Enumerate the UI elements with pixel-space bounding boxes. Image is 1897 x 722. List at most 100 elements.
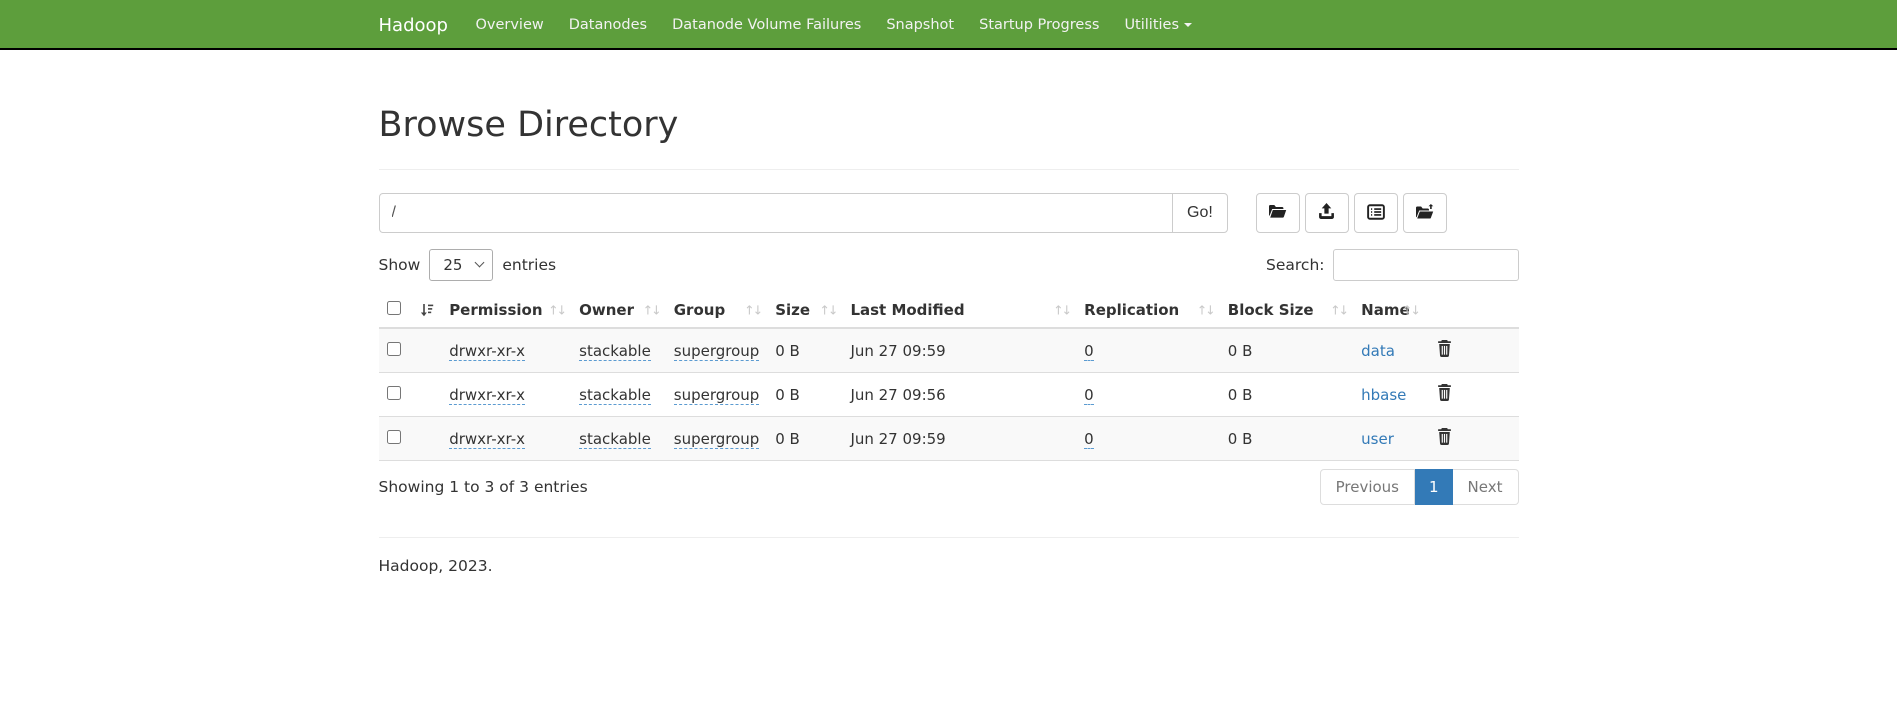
select-all-header[interactable]	[379, 293, 442, 328]
block-size-value: 0 B	[1228, 430, 1253, 448]
trash-icon	[1437, 433, 1452, 448]
go-button[interactable]: Go!	[1172, 193, 1228, 233]
top-navbar: Hadoop Overview Datanodes Datanode Volum…	[0, 0, 1897, 50]
page-header: Browse Directory	[379, 105, 1519, 170]
page-title: Browse Directory	[379, 105, 1519, 145]
column-label: Group	[674, 301, 725, 319]
column-header-group[interactable]: Group ↑↓	[666, 293, 767, 328]
column-header-actions	[1425, 293, 1519, 328]
footer-divider	[379, 537, 1519, 538]
row-select-checkbox[interactable]	[387, 386, 401, 400]
trash-icon	[1437, 389, 1452, 404]
column-label: Replication	[1084, 301, 1179, 319]
upload-icon	[1318, 203, 1335, 223]
nav-item-overview[interactable]: Overview	[463, 0, 556, 50]
navbar-brand[interactable]: Hadoop	[364, 15, 463, 36]
nav-item-utilities-label: Utilities	[1124, 17, 1179, 33]
column-header-owner[interactable]: Owner↑↓	[571, 293, 666, 328]
table-row: drwxr-xr-x stackable supergroup 0 B Jun …	[379, 328, 1519, 373]
column-label: Block Size	[1228, 301, 1314, 319]
table-row: drwxr-xr-x stackable supergroup 0 B Jun …	[379, 373, 1519, 417]
pagination-previous-button[interactable]: Previous	[1320, 469, 1415, 505]
explorer-path-row: Go!	[379, 193, 1519, 233]
group-editable[interactable]: supergroup	[674, 386, 760, 405]
datatable-controls: Show 25 entries Search:	[379, 249, 1519, 281]
owner-editable[interactable]: stackable	[579, 386, 651, 405]
path-input-group: Go!	[379, 193, 1228, 233]
nav-item-datanode-volume-failures[interactable]: Datanode Volume Failures	[660, 0, 874, 50]
owner-editable[interactable]: stackable	[579, 342, 651, 361]
column-header-name[interactable]: Name↑↓	[1353, 293, 1425, 328]
size-value: 0 B	[775, 342, 800, 360]
column-label: Permission	[449, 301, 542, 319]
table-header-row: Permission ↑↓ Owner↑↓ Group ↑↓ Size↑↓ Last…	[379, 293, 1519, 328]
replication-editable[interactable]: 0	[1084, 342, 1094, 361]
delete-button[interactable]	[1433, 340, 1452, 357]
column-header-size[interactable]: Size↑↓	[767, 293, 842, 328]
replication-editable[interactable]: 0	[1084, 386, 1094, 405]
sort-both-icon: ↑↓	[1053, 303, 1070, 318]
select-all-checkbox[interactable]	[387, 301, 401, 315]
upload-file-button[interactable]	[1305, 193, 1349, 233]
replication-editable[interactable]: 0	[1084, 430, 1094, 449]
pagination-page-1-button[interactable]: 1	[1415, 469, 1453, 505]
sort-both-icon: ↑↓	[548, 303, 565, 318]
directory-link[interactable]: hbase	[1361, 386, 1406, 404]
directory-path-input[interactable]	[379, 193, 1174, 233]
size-value: 0 B	[775, 386, 800, 404]
pagination: Previous 1 Next	[1320, 469, 1519, 505]
page-length-select[interactable]: 25	[429, 249, 493, 281]
sort-both-icon: ↑↓	[744, 303, 761, 318]
table-row: drwxr-xr-x stackable supergroup 0 B Jun …	[379, 417, 1519, 461]
row-select-checkbox[interactable]	[387, 342, 401, 356]
group-editable[interactable]: supergroup	[674, 342, 760, 361]
sort-amount-asc-icon	[420, 303, 434, 317]
folder-move-icon	[1415, 204, 1434, 223]
list-alt-icon	[1367, 204, 1385, 223]
nav-item-startup-progress[interactable]: Startup Progress	[967, 0, 1112, 50]
cut-paste-button[interactable]	[1354, 193, 1398, 233]
block-size-value: 0 B	[1228, 342, 1253, 360]
pagination-next-button[interactable]: Next	[1453, 469, 1519, 505]
sort-both-icon: ↑↓	[819, 303, 836, 318]
table-info: Showing 1 to 3 of 3 entries	[379, 478, 588, 496]
size-value: 0 B	[775, 430, 800, 448]
sort-both-icon: ↑↓	[643, 303, 660, 318]
column-header-replication[interactable]: Replication ↑↓	[1076, 293, 1220, 328]
show-label: Show	[379, 256, 421, 274]
directory-link[interactable]: user	[1361, 430, 1394, 448]
row-select-checkbox[interactable]	[387, 430, 401, 444]
nav-item-utilities[interactable]: Utilities	[1112, 0, 1205, 50]
permission-editable[interactable]: drwxr-xr-x	[449, 342, 525, 361]
directory-listing-table: Permission ↑↓ Owner↑↓ Group ↑↓ Size↑↓ Last…	[379, 293, 1519, 461]
directory-link[interactable]: data	[1361, 342, 1395, 360]
search-control: Search:	[1266, 249, 1518, 281]
column-header-block-size[interactable]: Block Size ↑↓	[1220, 293, 1353, 328]
move-directory-button[interactable]	[1403, 193, 1447, 233]
search-label: Search:	[1266, 256, 1324, 274]
search-input[interactable]	[1333, 249, 1519, 281]
nav-item-datanodes[interactable]: Datanodes	[556, 0, 659, 50]
permission-editable[interactable]: drwxr-xr-x	[449, 386, 525, 405]
last-modified-value: Jun 27 09:59	[850, 342, 945, 360]
group-editable[interactable]: supergroup	[674, 430, 760, 449]
column-label: Last Modified	[850, 301, 964, 319]
owner-editable[interactable]: stackable	[579, 430, 651, 449]
block-size-value: 0 B	[1228, 386, 1253, 404]
column-header-last-modified[interactable]: Last Modified ↑↓	[842, 293, 1076, 328]
caret-down-icon	[1184, 23, 1192, 27]
create-directory-button[interactable]	[1256, 193, 1300, 233]
footer-text: Hadoop, 2023.	[379, 557, 1519, 575]
datatable-footer: Showing 1 to 3 of 3 entries Previous 1 N…	[379, 469, 1519, 505]
nav-item-snapshot[interactable]: Snapshot	[874, 0, 967, 50]
delete-button[interactable]	[1433, 384, 1452, 401]
trash-icon	[1437, 345, 1452, 360]
sort-both-icon: ↑↓	[1330, 303, 1347, 318]
last-modified-value: Jun 27 09:56	[850, 386, 945, 404]
page-length-select-wrap: 25	[429, 249, 493, 281]
delete-button[interactable]	[1433, 428, 1452, 445]
permission-editable[interactable]: drwxr-xr-x	[449, 430, 525, 449]
sort-both-icon: ↑↓	[1197, 303, 1214, 318]
column-header-permission[interactable]: Permission ↑↓	[441, 293, 571, 328]
entries-label: entries	[502, 256, 556, 274]
